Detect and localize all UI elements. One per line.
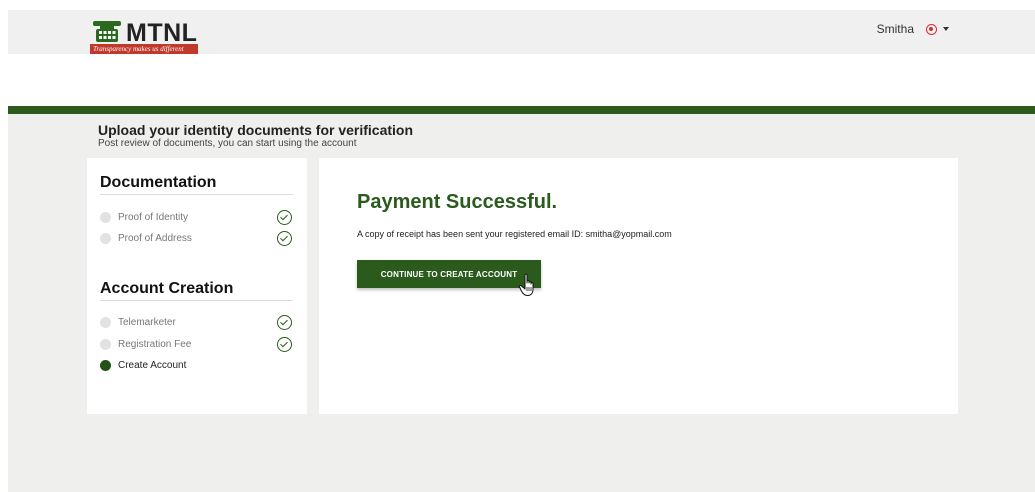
telephone-logo-icon — [93, 21, 121, 42]
app-viewport: MTNL Transparency makes us different Smi… — [8, 10, 1035, 492]
continue-to-create-account-button[interactable]: CONTINUE TO CREATE ACCOUNT — [357, 260, 541, 288]
payment-result-card: Payment Successful. A copy of receipt ha… — [319, 158, 958, 414]
step-dot — [100, 232, 111, 244]
page-heading: Upload your identity documents for verif… — [98, 122, 413, 150]
progress-sidebar: Documentation Proof of Identity Proof of… — [87, 158, 307, 414]
step-dot — [100, 338, 111, 350]
brand-name: MTNL — [126, 19, 198, 47]
receipt-message: A copy of receipt has been sent your reg… — [357, 229, 672, 239]
payment-success-title: Payment Successful. — [357, 191, 558, 213]
step-dot-active — [100, 359, 111, 371]
account-creation-title: Account Creation — [100, 280, 234, 297]
step-label: Create Account — [118, 359, 187, 371]
section-divider — [100, 300, 293, 301]
user-circle-icon[interactable] — [926, 23, 937, 35]
user-menu[interactable]: Smitha — [877, 22, 949, 36]
check-circle-icon — [277, 209, 292, 225]
step-label: Proof of Address — [118, 232, 192, 244]
check-circle-icon — [277, 230, 292, 246]
step-registration-fee[interactable]: Registration Fee — [100, 336, 293, 352]
step-dot — [100, 211, 111, 223]
page-subtitle: Post review of documents, you can start … — [98, 138, 357, 149]
documentation-title: Documentation — [100, 174, 217, 191]
step-telemarketer[interactable]: Telemarketer — [100, 314, 293, 330]
user-name: Smitha — [876, 22, 914, 36]
check-circle-icon — [277, 336, 292, 352]
mtnl-logo[interactable]: MTNL Transparency makes us different — [90, 20, 210, 56]
page-title: Upload your identity documents for verif… — [98, 122, 414, 138]
check-circle-icon — [277, 314, 292, 330]
hand-pointer-cursor-icon — [518, 273, 534, 296]
step-proof-of-identity[interactable]: Proof of Identity — [100, 209, 293, 225]
step-proof-of-address[interactable]: Proof of Address — [100, 230, 293, 246]
step-label: Proof of Identity — [118, 211, 189, 223]
green-divider — [8, 106, 1035, 114]
step-label: Telemarketer — [118, 316, 176, 328]
section-divider — [100, 194, 293, 195]
step-dot — [100, 316, 111, 328]
step-create-account[interactable]: Create Account — [100, 357, 293, 373]
brand-tagline: Transparency makes us different — [90, 44, 198, 54]
step-label: Registration Fee — [118, 338, 192, 350]
chevron-down-icon[interactable] — [943, 27, 949, 31]
header-band — [8, 54, 1035, 106]
top-header: MTNL Transparency makes us different Smi… — [8, 10, 1035, 54]
